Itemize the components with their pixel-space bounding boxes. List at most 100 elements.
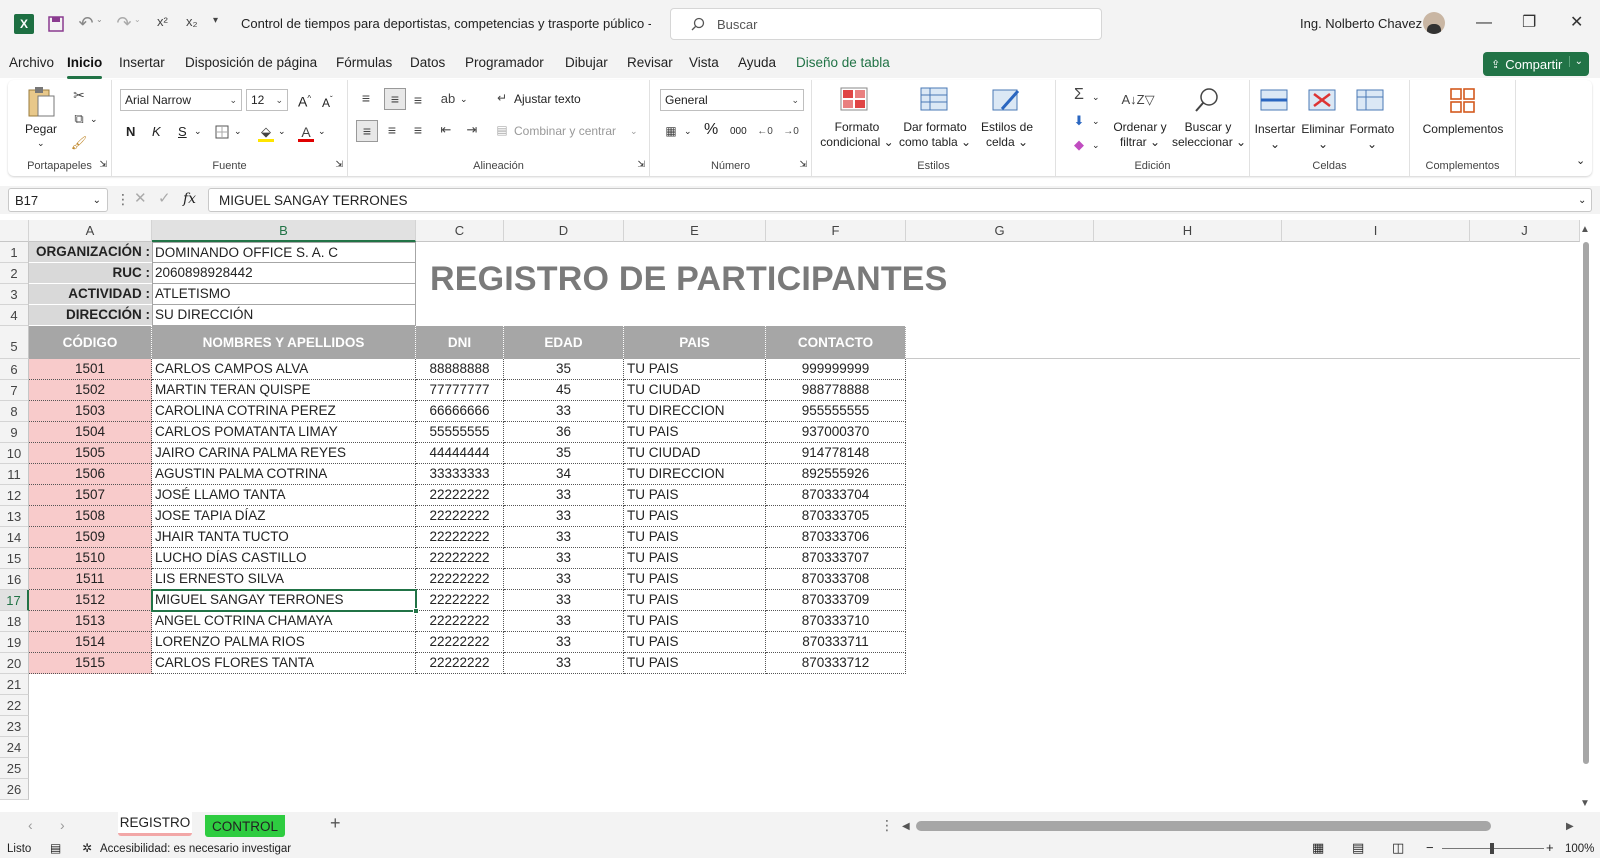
prev-sheet-icon[interactable]: ‹ [28, 818, 33, 833]
increase-indent-icon[interactable]: ⇥ [464, 122, 480, 138]
insert-cells-icon[interactable] [1260, 86, 1290, 114]
formula-input[interactable]: MIGUEL SANGAY TERRONES [208, 188, 1592, 212]
search-box[interactable]: Buscar [670, 8, 1102, 40]
font-color-icon[interactable]: A [298, 122, 314, 142]
row-header-12[interactable]: 12 [0, 485, 29, 506]
column-header-c[interactable]: C [416, 220, 504, 242]
insert-function-icon[interactable]: fx [183, 192, 196, 207]
row-header-24[interactable]: 24 [0, 737, 29, 758]
table-cell[interactable]: CAROLINA COTRINA PEREZ [152, 401, 416, 422]
collapse-ribbon-icon[interactable]: ⌄ [1576, 154, 1585, 169]
table-cell[interactable]: 1510 [29, 548, 152, 569]
chevron-down-icon[interactable]: ⌄ [1568, 56, 1583, 67]
table-cell[interactable]: 1512 [29, 590, 152, 611]
decrease-indent-icon[interactable]: ⇤ [438, 122, 454, 138]
table-cell[interactable]: 870333705 [766, 506, 906, 527]
chevron-down-icon[interactable]: ⌄ [234, 124, 242, 139]
table-cell[interactable]: 77777777 [416, 380, 504, 401]
sort-filter-icon[interactable]: A↓Z▽ [1121, 86, 1154, 114]
sort-filter-label[interactable]: Ordenar y filtrar ⌄ [1110, 120, 1170, 150]
table-cell[interactable]: 1502 [29, 380, 152, 401]
tab-datos[interactable]: Datos [410, 55, 445, 70]
row-header-3[interactable]: 3 [0, 284, 29, 305]
accounting-format-icon[interactable]: ▦ [662, 122, 680, 140]
table-cell[interactable]: TU PAIS [624, 422, 766, 443]
table-cell[interactable]: 45 [504, 380, 624, 401]
info-value[interactable]: ATLETISMO [152, 284, 416, 305]
scrollbar-thumb[interactable] [1583, 242, 1589, 764]
decrease-font-icon[interactable]: Aˇ [322, 92, 333, 111]
info-value[interactable]: DOMINANDO OFFICE S. A. C [152, 242, 416, 263]
table-cell[interactable]: 1514 [29, 632, 152, 653]
tab-diseno-tabla[interactable]: Diseño de tabla [796, 55, 890, 70]
table-cell[interactable]: 914778148 [766, 443, 906, 464]
table-cell[interactable]: 1505 [29, 443, 152, 464]
chevron-down-icon[interactable]: ⌄ [37, 136, 45, 151]
tab-programador[interactable]: Programador [465, 55, 544, 70]
addins-icon[interactable] [1448, 86, 1478, 114]
align-bottom-icon[interactable]: ≡ [410, 92, 426, 108]
table-cell[interactable]: 66666666 [416, 401, 504, 422]
accessibility-status[interactable]: Accesibilidad: es necesario investigar [100, 842, 291, 857]
clear-icon[interactable]: ◆ [1070, 136, 1088, 154]
table-cell[interactable]: 1503 [29, 401, 152, 422]
column-header-e[interactable]: E [624, 220, 766, 242]
table-cell[interactable]: TU PAIS [624, 548, 766, 569]
table-cell[interactable]: CARLOS POMATANTA LIMAY [152, 422, 416, 443]
wrap-text-button[interactable]: Ajustar texto [514, 92, 581, 107]
table-cell[interactable]: 1504 [29, 422, 152, 443]
scroll-right-icon[interactable]: ▶ [1566, 819, 1574, 834]
chevron-down-icon[interactable]: ⌄ [1092, 114, 1100, 129]
table-cell[interactable]: TU PAIS [624, 653, 766, 674]
row-header-22[interactable]: 22 [0, 695, 29, 716]
dialog-launcher-icon[interactable]: ⇲ [335, 157, 343, 172]
increase-font-icon[interactable]: A^ [298, 91, 311, 110]
table-cell[interactable]: 33 [504, 506, 624, 527]
table-cell[interactable]: 22222222 [416, 653, 504, 674]
table-cell[interactable]: 870333706 [766, 527, 906, 548]
table-header[interactable]: CÓDIGO [29, 326, 152, 359]
vertical-scrollbar[interactable] [1580, 242, 1590, 764]
table-cell[interactable]: TU PAIS [624, 359, 766, 380]
table-cell[interactable]: 33 [504, 485, 624, 506]
table-cell[interactable]: 1506 [29, 464, 152, 485]
column-header-b[interactable]: B [152, 220, 416, 242]
save-icon[interactable] [46, 14, 66, 34]
table-cell[interactable]: 999999999 [766, 359, 906, 380]
table-cell[interactable]: 870333710 [766, 611, 906, 632]
table-cell[interactable]: 870333712 [766, 653, 906, 674]
insert-cells-label[interactable]: Insertar ⌄ [1252, 122, 1298, 152]
fill-color-icon[interactable]: ⬙ [258, 122, 274, 142]
restore-icon[interactable]: ❐ [1522, 12, 1536, 32]
avatar[interactable] [1423, 12, 1445, 34]
name-box[interactable]: B17 ⌄ [8, 188, 108, 212]
undo-icon[interactable]: ↶ [76, 13, 96, 33]
table-header[interactable]: NOMBRES Y APELLIDOS [152, 326, 416, 359]
italic-button[interactable]: K [152, 124, 161, 139]
format-painter-icon[interactable]: 🖌 [70, 134, 88, 152]
tab-archivo[interactable]: Archivo [9, 55, 54, 70]
tab-insertar[interactable]: Insertar [119, 55, 165, 70]
chevron-down-icon[interactable]: ⌄ [684, 124, 692, 139]
tab-disposicion[interactable]: Disposición de página [185, 55, 317, 70]
table-cell[interactable]: 22222222 [416, 590, 504, 611]
tab-ayuda[interactable]: Ayuda [738, 55, 776, 70]
orientation-icon[interactable]: ab [440, 90, 456, 106]
next-sheet-icon[interactable]: › [60, 818, 65, 833]
table-cell[interactable]: 33 [504, 548, 624, 569]
scroll-up-icon[interactable]: ▲ [1580, 222, 1590, 237]
table-cell[interactable]: 937000370 [766, 422, 906, 443]
number-format-select[interactable]: General ⌄ [660, 89, 804, 111]
row-header-14[interactable]: 14 [0, 527, 29, 548]
table-cell[interactable]: 33 [504, 653, 624, 674]
bold-button[interactable]: N [126, 124, 135, 139]
row-header-26[interactable]: 26 [0, 779, 29, 800]
table-cell[interactable]: JAIRO CARINA PALMA REYES [152, 443, 416, 464]
font-size-select[interactable]: 12 ⌄ [246, 89, 288, 111]
table-cell[interactable]: 35 [504, 443, 624, 464]
table-cell[interactable]: 1511 [29, 569, 152, 590]
table-cell[interactable]: 44444444 [416, 443, 504, 464]
table-cell[interactable]: 870333709 [766, 590, 906, 611]
table-cell[interactable]: 1507 [29, 485, 152, 506]
decrease-decimal-icon[interactable]: →0 [782, 122, 800, 140]
